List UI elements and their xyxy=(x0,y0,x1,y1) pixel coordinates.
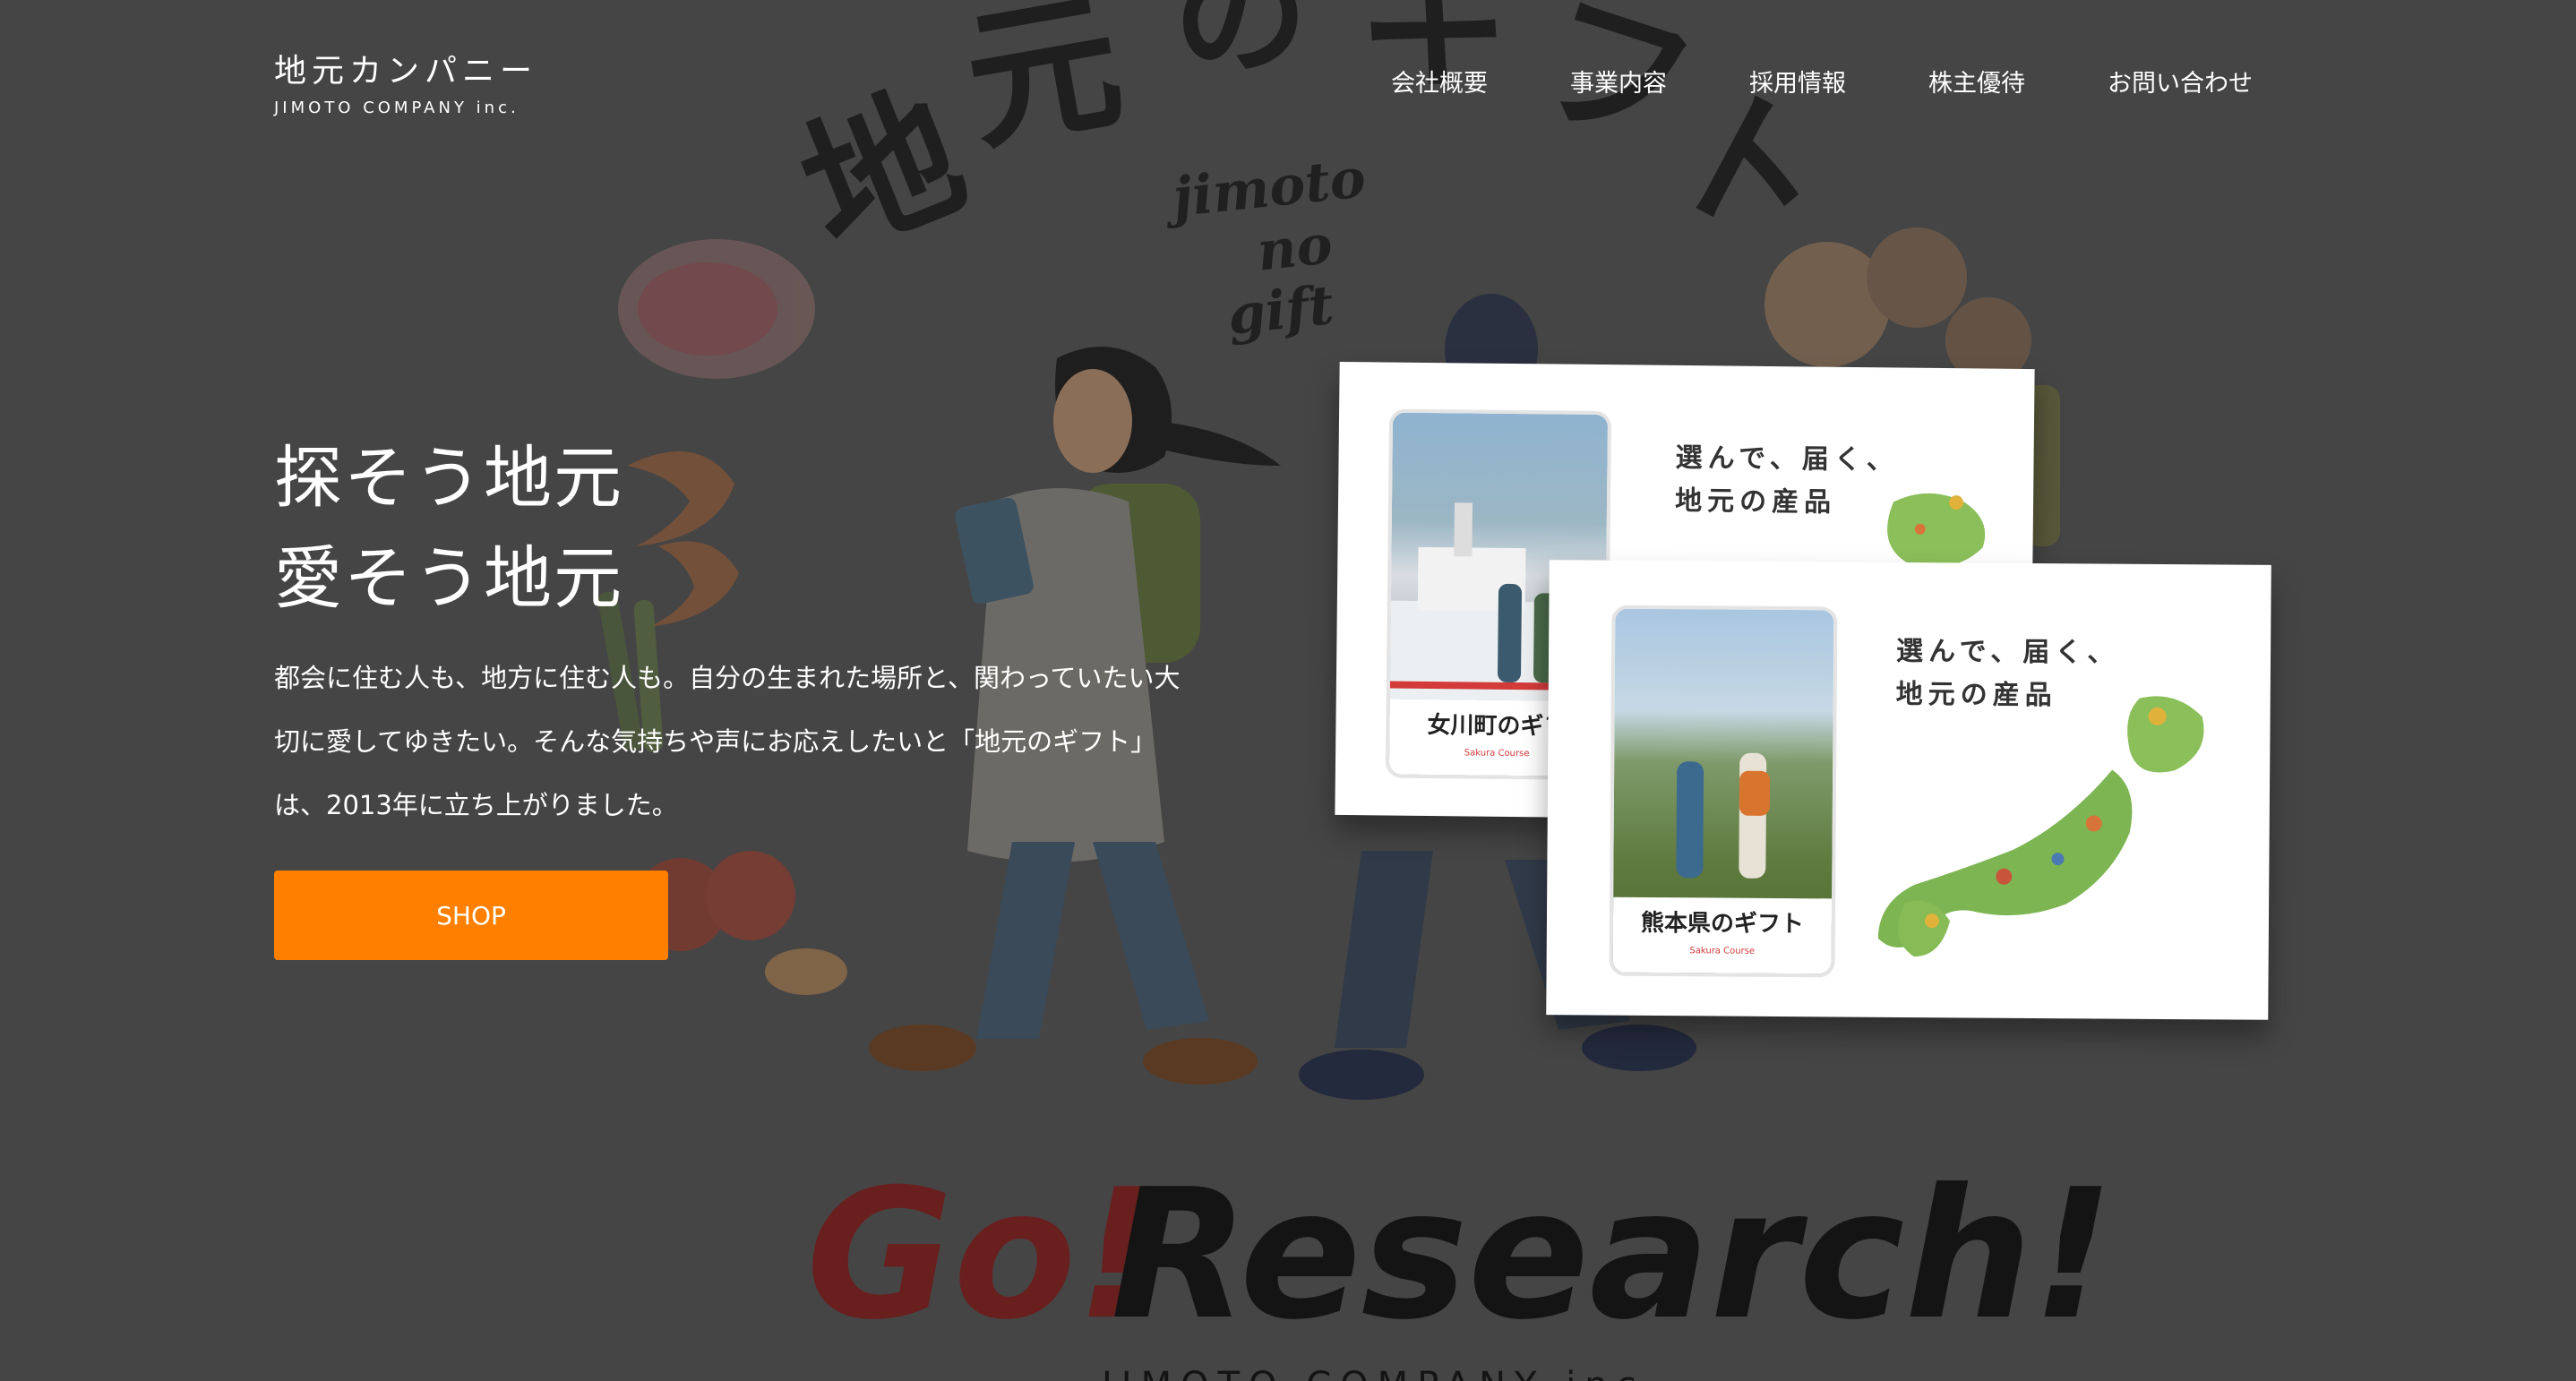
nav-company-overview[interactable]: 会社概要 xyxy=(1391,66,1488,102)
poster-title-char: 地 xyxy=(779,63,987,284)
hero-section: 地 元 の ギ フ ト jimoto no gift Go! Research!… xyxy=(0,0,2576,1381)
poster-script-gift: gift xyxy=(1224,274,1336,347)
nav-business[interactable]: 事業内容 xyxy=(1570,66,1667,102)
gift-box-course: Sakura Course xyxy=(1689,946,1756,956)
poster-footer-text: JIMOTO COMPANY inc. xyxy=(1099,1365,1665,1381)
poster-script-no: no xyxy=(1254,213,1335,283)
hero-title: 探そう地元 愛そう地元 xyxy=(274,428,623,629)
hero-title-line-2: 愛そう地元 xyxy=(274,538,623,618)
poster-research: Research! xyxy=(1111,1151,2114,1360)
nav-recruit[interactable]: 採用情報 xyxy=(1749,66,1846,102)
shop-button[interactable]: SHOP xyxy=(274,871,668,960)
poster-title-char: の xyxy=(1171,0,1310,97)
poster-slogan: Go! Research! JIMOTO COMPANY inc. xyxy=(806,1151,2114,1381)
nav-contact[interactable]: お問い合わせ xyxy=(2108,66,2253,102)
hero-title-line-1: 探そう地元 xyxy=(274,438,623,518)
logo-english: JIMOTO COMPANY inc. xyxy=(274,99,519,117)
logo-japanese: 地元カンパニー xyxy=(274,53,538,90)
poster-title-char: 元 xyxy=(953,0,1134,173)
poster-go: Go! xyxy=(806,1151,1158,1360)
hero-description: 都会に住む人も、地方に住む人も。自分の生まれた場所と、関わっていたい大切に愛して… xyxy=(274,663,1181,820)
japan-map-illustration xyxy=(1877,696,2204,957)
poster-script: jimoto no gift xyxy=(1161,147,1369,347)
gift-box-label: 熊本県のギフト Sakura Course xyxy=(1612,896,1833,974)
poster-script-jimoto: jimoto xyxy=(1161,147,1369,230)
gift-box-name: 熊本県のギフト xyxy=(1640,909,1805,939)
gift-box-photo: 熊本県のギフト Sakura Course xyxy=(1609,605,1838,978)
gift-box-kumamoto: 熊本県のギフト Sakura Course 選んで、届く、 地元の産品 xyxy=(1546,560,2271,1020)
site-logo[interactable]: 地元カンパニー JIMOTO COMPANY inc. xyxy=(274,52,537,120)
gift-box-catch-line-1: 選んで、届く、 xyxy=(1895,635,2120,669)
nav-shareholder-benefits[interactable]: 株主優待 xyxy=(1928,66,2025,102)
